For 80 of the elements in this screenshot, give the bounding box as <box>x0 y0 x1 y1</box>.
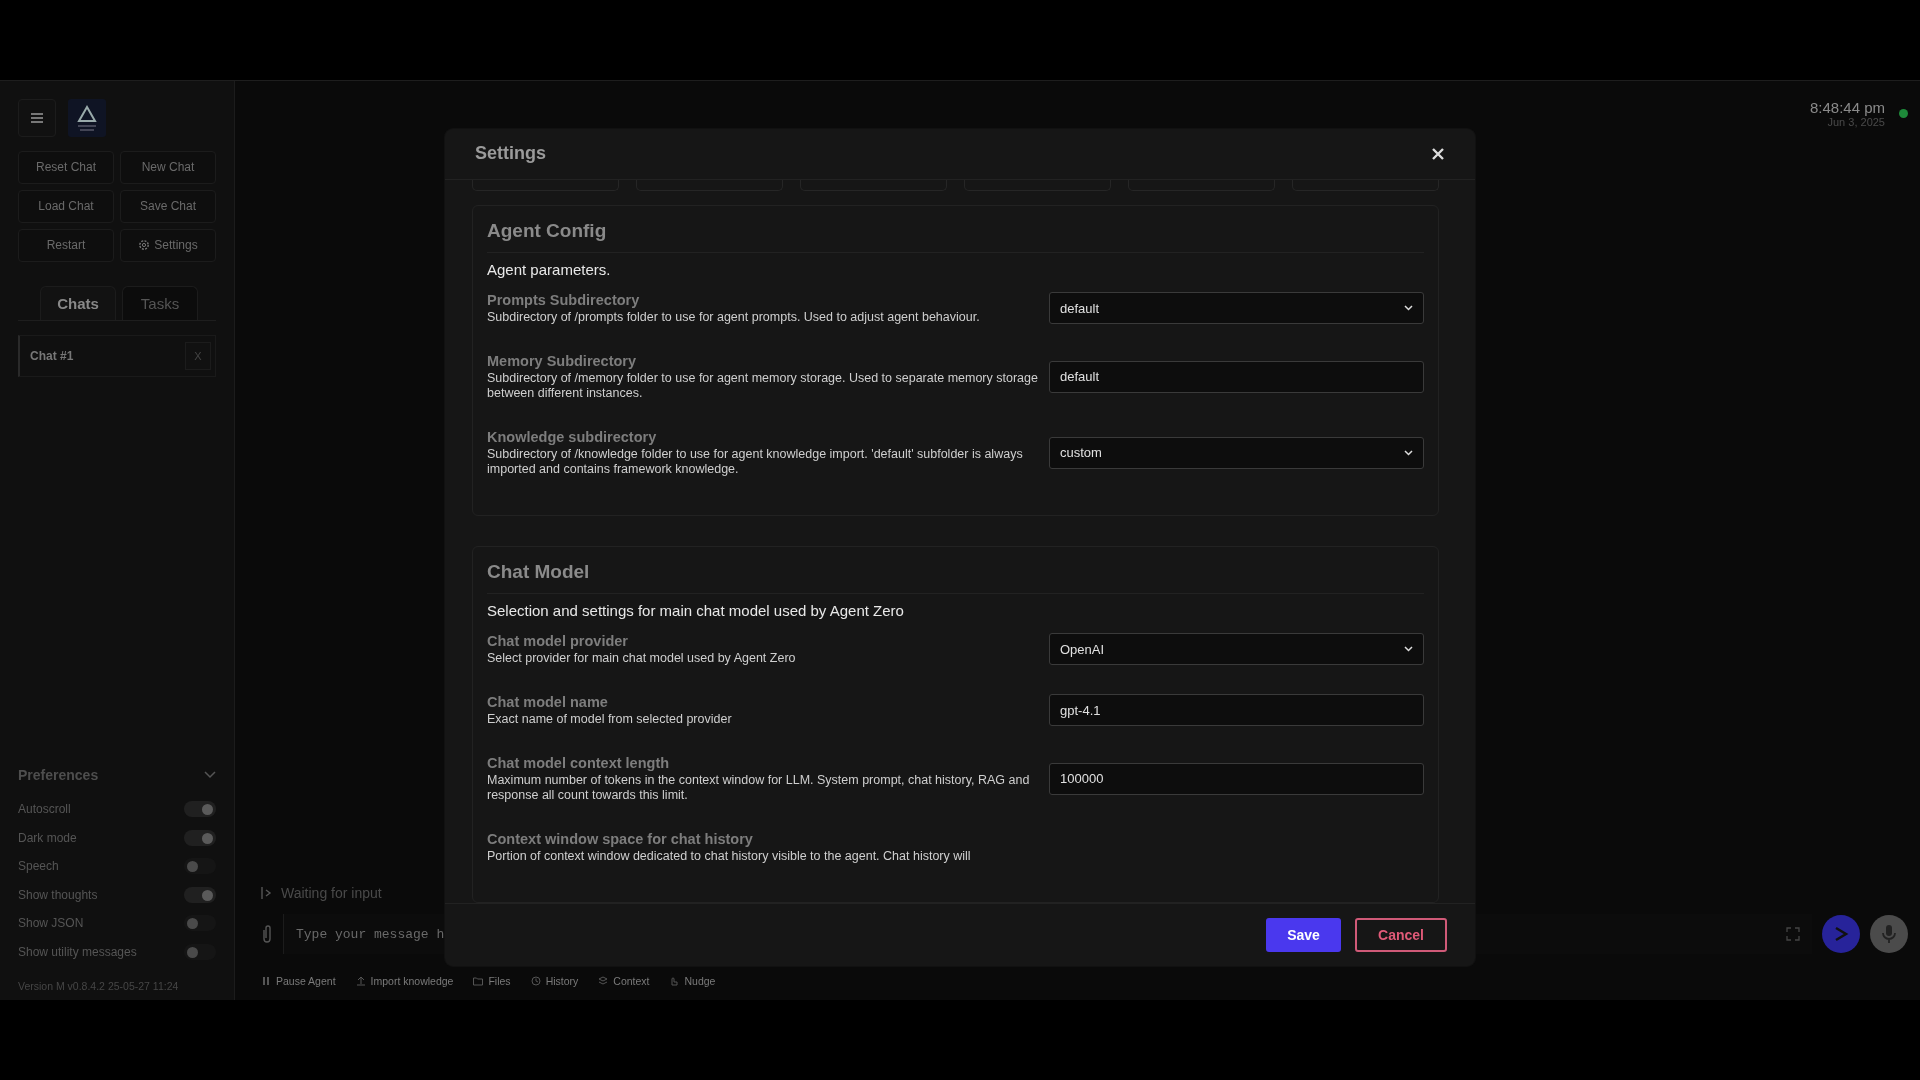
field-description: Portion of context window dedicated to chat history visible to the agent. Chat history will <box>487 848 972 864</box>
logo-icon <box>68 98 106 137</box>
toolbar-button[interactable]: Nudge <box>669 974 716 989</box>
text-field[interactable]: gpt-4.1 <box>1049 694 1424 727</box>
cancel-button[interactable]: Cancel <box>1355 917 1447 952</box>
dropdown[interactable]: custom <box>1049 436 1424 469</box>
sidebar-tab[interactable]: Chats <box>40 285 116 320</box>
chat-title: Chat #1 <box>30 348 74 363</box>
folder-icon <box>473 976 484 987</box>
preference-label: Show thoughts <box>18 887 98 902</box>
field-label: Prompts Subdirectory <box>487 291 641 308</box>
clock-time: 8:48:44 pm <box>1809 98 1885 116</box>
field-label: Context window space for chat history <box>487 830 754 847</box>
chevron-down-icon <box>1404 449 1413 456</box>
sidebar-tab[interactable]: Tasks <box>122 285 198 320</box>
field-label: Chat model provider <box>487 632 629 649</box>
toggle-switch[interactable] <box>184 943 216 960</box>
microphone-icon <box>1882 924 1896 945</box>
preference-label: Speech <box>18 859 59 874</box>
field-description: Subdirectory of /prompts folder to use for agent prompts. Used to adjust agent behaviour. <box>487 309 981 325</box>
preference-label: Dark mode <box>18 830 77 845</box>
send-button[interactable] <box>1822 915 1860 954</box>
toolbar-button[interactable]: Pause Agent <box>261 974 336 989</box>
text-field[interactable]: default <box>1049 360 1424 393</box>
send-icon <box>1833 926 1849 943</box>
sidebar-button[interactable]: Reset Chat <box>18 150 114 184</box>
preference-label: Autoscroll <box>18 802 71 817</box>
field-label: Chat model context length <box>487 754 671 771</box>
gear-icon <box>138 239 151 252</box>
chevron-down-icon[interactable] <box>204 771 216 780</box>
toolbar-button[interactable]: History <box>530 974 579 989</box>
preference-label: Show utility messages <box>18 944 137 959</box>
paperclip-icon[interactable] <box>261 924 273 945</box>
toggle-switch[interactable] <box>184 886 216 903</box>
section-description: Agent parameters. <box>487 260 612 278</box>
menu-icon <box>30 111 44 124</box>
dialog-title: Settings <box>475 143 546 165</box>
sidebar-button[interactable]: Save Chat <box>120 189 216 223</box>
preference-label: Show JSON <box>18 916 84 931</box>
close-icon[interactable] <box>1431 146 1445 161</box>
clock-icon <box>530 976 541 987</box>
toggle-switch[interactable] <box>184 801 216 818</box>
toolbar-button[interactable]: Context <box>598 974 650 989</box>
field-label: Knowledge subdirectory <box>487 428 658 445</box>
chevron-down-icon <box>1404 646 1413 653</box>
upload-icon <box>355 976 366 987</box>
layers-icon <box>598 976 609 987</box>
field-label: Memory Subdirectory <box>487 352 638 369</box>
prompt-icon <box>261 886 273 901</box>
field-label: Chat model name <box>487 693 609 710</box>
sidebar-button[interactable]: New Chat <box>120 150 216 184</box>
toggle-switch[interactable] <box>184 858 216 875</box>
section-title: Agent Config <box>487 219 1424 253</box>
clock-date: Jun 3, 2025 <box>1827 115 1885 128</box>
sidebar-button[interactable]: Restart <box>18 228 114 262</box>
field-description: Subdirectory of /knowledge folder to use for agent knowledge import. 'default' subfolder is always imported and contains framework knowledge. <box>487 446 1024 477</box>
pause-icon <box>261 976 271 987</box>
menu-button[interactable] <box>18 98 56 137</box>
toggle-switch[interactable] <box>184 829 216 846</box>
field-description: Exact name of model from selected provider <box>487 711 733 727</box>
field-description: Select provider for main chat model used by Agent Zero <box>487 650 797 666</box>
text-field[interactable]: 100000 <box>1049 762 1424 795</box>
section-description: Selection and settings for main chat model used by Agent Zero <box>487 601 905 619</box>
expand-icon[interactable] <box>1786 927 1800 942</box>
dropdown[interactable]: OpenAI <box>1049 633 1424 666</box>
toggle-switch[interactable] <box>184 915 216 932</box>
chevron-down-icon <box>1404 305 1413 312</box>
status-dot <box>1899 108 1908 118</box>
sidebar-button[interactable]: Settings <box>120 228 216 262</box>
toolbar-button[interactable]: Files <box>473 974 511 989</box>
status-text: Waiting for input <box>281 885 382 902</box>
dropdown[interactable]: default <box>1049 292 1424 325</box>
preferences-heading: Preferences <box>18 767 99 784</box>
field-description: Maximum number of tokens in the context window for LLM. System prompt, chat history, RAG and response all count towards this limit. <box>487 772 1031 803</box>
toolbar-button[interactable]: Import knowledge <box>355 974 454 989</box>
save-button[interactable]: Save <box>1266 917 1341 952</box>
microphone-button[interactable] <box>1870 915 1908 954</box>
section-title: Chat Model <box>487 560 1424 594</box>
sidebar-button[interactable]: Load Chat <box>18 189 114 223</box>
field-description: Subdirectory of /memory folder to use for agent memory storage. Used to separate memory storage between different instances. <box>487 370 1039 401</box>
